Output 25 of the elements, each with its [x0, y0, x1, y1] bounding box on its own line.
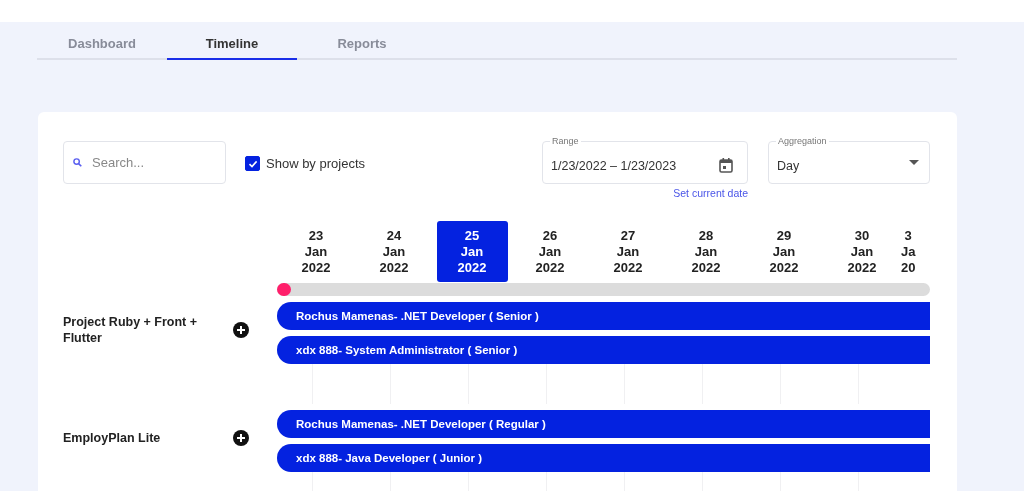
calendar-icon: [719, 158, 733, 173]
date-column-header[interactable]: 24 Jan 2022: [358, 221, 430, 282]
project-name: EmployPlan Lite: [63, 430, 162, 446]
assignment-bar[interactable]: Rochus Mamenas- .NET Developer ( Regular ): [277, 410, 930, 438]
assignment-bar[interactable]: xdx 888- Java Developer ( Junior ): [277, 444, 930, 472]
search-field[interactable]: Search...: [63, 141, 226, 184]
caret-icon: [909, 160, 919, 165]
checkbox-label: Show by projects: [266, 156, 365, 171]
set-current-date-link[interactable]: Set current date: [673, 187, 748, 199]
project-name: Project Ruby + Front + Flutter: [63, 314, 199, 346]
tab[interactable]: Timeline: [167, 34, 297, 60]
date-column-header[interactable]: 29 Jan 2022: [748, 221, 820, 282]
date-column-header[interactable]: 28 Jan 2022: [670, 221, 742, 282]
assignment-bar[interactable]: xdx 888- System Administrator ( Senior ): [277, 336, 930, 364]
add-icon[interactable]: [233, 430, 249, 446]
date-column-header[interactable]: 23 Jan 2022: [280, 221, 352, 282]
assignment-bar[interactable]: Rochus Mamenas- .NET Developer ( Senior ): [277, 302, 930, 330]
date-column-header[interactable]: 26 Jan 2022: [514, 221, 586, 282]
current-day-marker: [277, 283, 291, 296]
date-column-header[interactable]: 3 Ja 20: [901, 221, 916, 282]
date-column-header[interactable]: 30 Jan 2022: [826, 221, 898, 282]
checkbox[interactable]: [245, 156, 260, 171]
date-column-header[interactable]: 27 Jan 2022: [592, 221, 664, 282]
add-icon[interactable]: [233, 322, 249, 338]
date-column-header[interactable]: 25 Jan 2022: [436, 221, 508, 282]
